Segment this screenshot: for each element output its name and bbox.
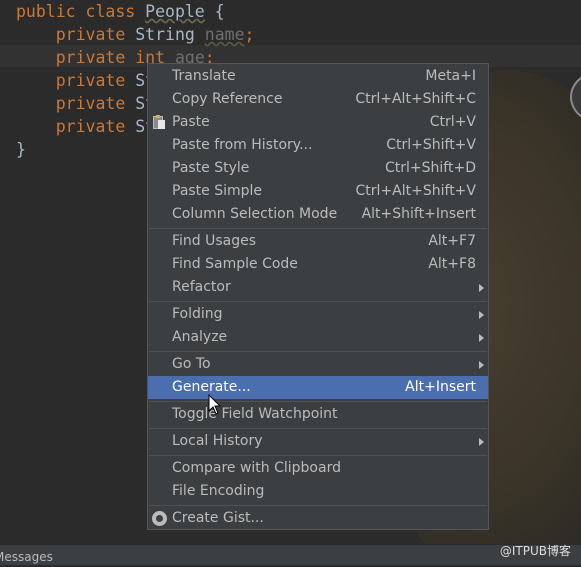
menu-item-toggle-field-watchpoint[interactable]: Toggle Field Watchpoint — [148, 403, 488, 426]
submenu-arrow-icon — [479, 361, 484, 369]
clipboard-icon — [153, 115, 165, 129]
submenu-arrow-icon — [479, 311, 484, 319]
code-line: private String name; — [55, 25, 255, 44]
menu-separator — [149, 401, 487, 402]
status-bar: Messages — [0, 544, 581, 565]
mouse-pointer-icon — [208, 394, 222, 415]
menu-separator — [149, 301, 487, 302]
menu-item-find-sample-code[interactable]: Find Sample Code Alt+F8 — [148, 253, 488, 276]
menu-item-column-selection-mode[interactable]: Column Selection Mode Alt+Shift+Insert — [148, 203, 488, 226]
menu-item-go-to[interactable]: Go To — [148, 353, 488, 376]
submenu-arrow-icon — [479, 438, 484, 446]
code-line: private St — [55, 117, 156, 136]
menu-separator — [149, 505, 487, 506]
context-menu: Translate Meta+I Copy Reference Ctrl+Alt… — [147, 63, 489, 530]
menu-item-paste[interactable]: Paste Ctrl+V — [148, 111, 488, 134]
code-line: public class People { — [16, 2, 225, 21]
messages-tab[interactable]: Messages — [0, 547, 53, 567]
menu-separator — [149, 351, 487, 352]
menu-separator — [149, 455, 487, 456]
menu-item-copy-reference[interactable]: Copy Reference Ctrl+Alt+Shift+C — [148, 88, 488, 111]
code-line: } — [16, 140, 26, 159]
menu-item-paste-style[interactable]: Paste Style Ctrl+Shift+D — [148, 157, 488, 180]
menu-item-compare-with-clipboard[interactable]: Compare with Clipboard — [148, 457, 488, 480]
menu-item-find-usages[interactable]: Find Usages Alt+F7 — [148, 230, 488, 253]
code-line: private St — [55, 94, 156, 113]
menu-separator — [149, 428, 487, 429]
menu-item-local-history[interactable]: Local History — [148, 430, 488, 453]
code-line: private St — [55, 71, 156, 90]
menu-item-file-encoding[interactable]: File Encoding — [148, 480, 488, 503]
watermark-text: @ITPUB博客 — [499, 544, 571, 558]
menu-item-paste-from-history[interactable]: Paste from History... Ctrl+Shift+V — [148, 134, 488, 157]
menu-item-create-gist[interactable]: Create Gist... — [148, 507, 488, 530]
menu-item-paste-simple[interactable]: Paste Simple Ctrl+Alt+Shift+V — [148, 180, 488, 203]
menu-item-analyze[interactable]: Analyze — [148, 326, 488, 349]
submenu-arrow-icon — [479, 334, 484, 342]
submenu-arrow-icon — [479, 284, 484, 292]
menu-item-translate[interactable]: Translate Meta+I — [148, 65, 488, 88]
menu-item-refactor[interactable]: Refactor — [148, 276, 488, 299]
menu-item-folding[interactable]: Folding — [148, 303, 488, 326]
menu-separator — [149, 228, 487, 229]
github-icon — [152, 511, 167, 526]
menu-item-generate[interactable]: Generate... Alt+Insert — [148, 376, 488, 399]
